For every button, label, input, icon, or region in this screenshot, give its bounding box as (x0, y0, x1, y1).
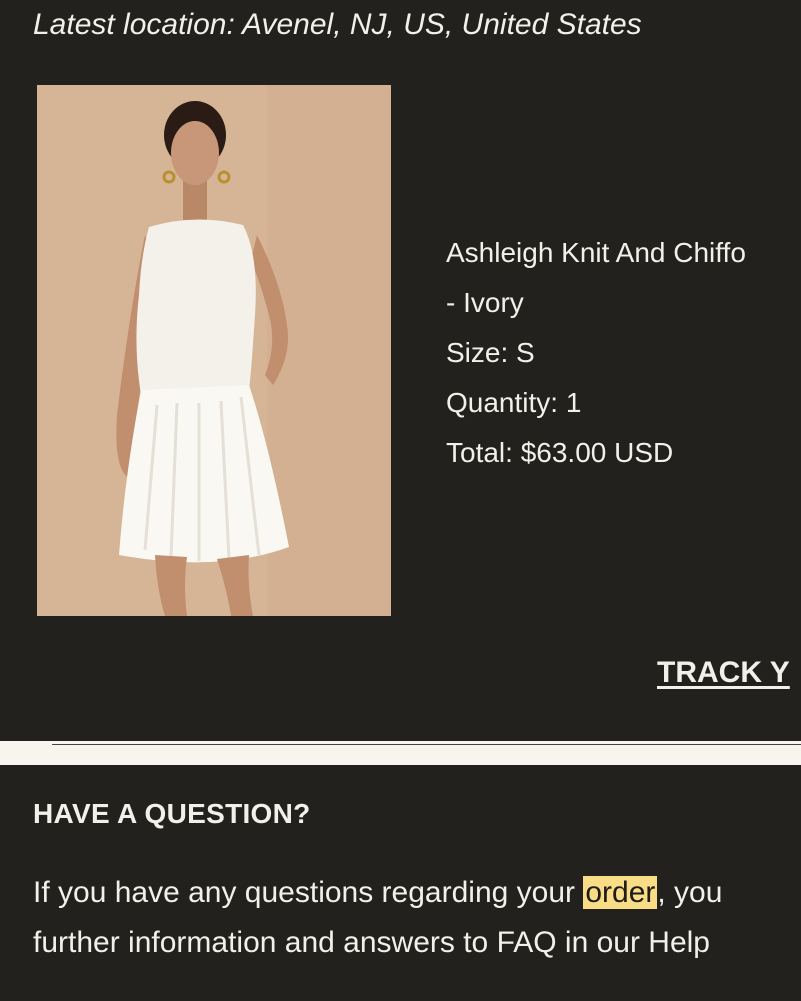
help-line-1: If you have any questions regarding your… (33, 868, 722, 918)
have-a-question-heading: HAVE A QUESTION? (33, 798, 311, 829)
product-quantity: Quantity: 1 (446, 387, 582, 418)
track-order-link[interactable]: TRACK Y (657, 656, 790, 690)
highlighted-word: order (583, 876, 658, 909)
product-variant: - Ivory (446, 287, 524, 318)
email-view: Latest location: Avenel, NJ, US, United … (0, 0, 801, 1001)
help-line-2: further information and answers to FAQ i… (33, 926, 710, 959)
latest-location-text: Latest location: Avenel, NJ, US, United … (33, 8, 642, 41)
product-image[interactable] (37, 85, 391, 616)
dress-model-illustration (37, 85, 391, 616)
section-divider (0, 741, 801, 765)
divider-rule (52, 744, 801, 745)
product-details: Ashleigh Knit And Chiffo - Ivory Size: S… (446, 228, 746, 478)
help-line-1-end: , you (657, 876, 723, 909)
help-line-1-start: If you have any questions regarding your (33, 876, 584, 909)
product-name[interactable]: Ashleigh Knit And Chiffo (446, 228, 746, 278)
product-size: Size: S (446, 337, 535, 368)
product-total: Total: $63.00 USD (446, 437, 674, 468)
help-paragraph: If you have any questions regarding your… (33, 868, 722, 968)
